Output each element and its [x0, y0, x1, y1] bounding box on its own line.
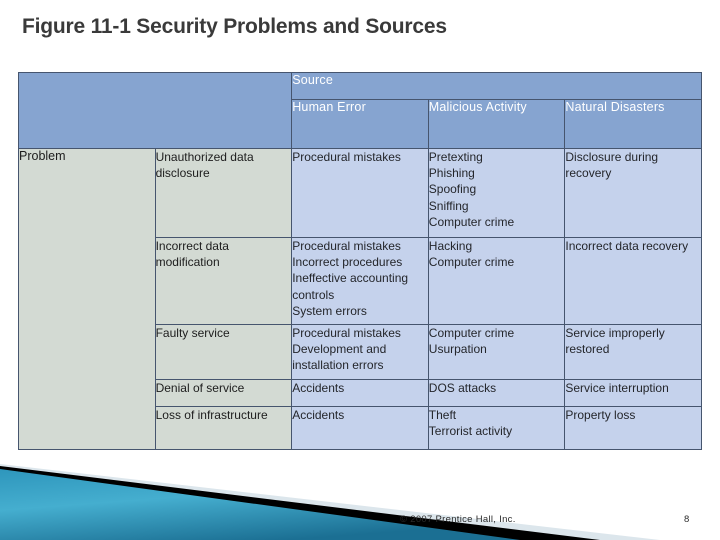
row-axis-label-problem: Problem [18, 148, 156, 450]
page-title: Figure 11-1 Security Problems and Source… [22, 15, 447, 38]
cell-line: Service improperly restored [565, 326, 665, 357]
cell-line: Pretexting [428, 150, 483, 164]
cell-line: Accidents [292, 408, 345, 422]
cell-line: DOS attacks [428, 381, 497, 395]
problem-name: Loss of infrastructure [154, 406, 293, 450]
footer-copyright: © 2007 Prentice Hall, Inc. [400, 514, 516, 525]
cell-line: Computer crime [428, 214, 515, 229]
cell-human-error: Procedural mistakes Incorrect procedures I… [291, 237, 429, 325]
cell-line: Computer crime [428, 255, 515, 270]
swoosh-black-stripe [0, 466, 600, 540]
cell-natural-disasters: Service improperly restored [564, 324, 702, 380]
table-row: Problem Unauthorized data disclosure Pro… [18, 148, 702, 450]
cell-malicious-activity: Theft Terrorist activity [427, 406, 566, 450]
cell-natural-disasters: Incorrect data recovery [564, 237, 702, 325]
cell-human-error: Procedural mistakes [291, 148, 429, 238]
cell-line: Procedural mistakes [292, 326, 401, 340]
security-problems-table: Source Human Error Malicious Activity Na… [17, 72, 702, 450]
swoosh-teal-wedge [0, 469, 520, 540]
swoosh-pale-wedge [0, 464, 660, 540]
cell-line: Procedural mistakes [292, 239, 401, 253]
header-natural-disasters: Natural Disasters [564, 99, 702, 149]
cell-line: Service interruption [565, 381, 669, 395]
cell-human-error: Accidents [291, 379, 429, 407]
cell-natural-disasters: Disclosure during recovery [564, 148, 702, 238]
cell-line: Development and installation errors [292, 342, 387, 373]
cell-malicious-activity: Pretexting Phishing Spoofing Sniffing Comput… [427, 148, 566, 238]
cell-line: Sniffing [428, 198, 469, 213]
cell-line: Terrorist activity [428, 424, 513, 439]
cell-line: Disclosure during recovery [565, 150, 659, 181]
cell-malicious-activity: DOS attacks [427, 379, 566, 407]
footer-page-number: 8 [684, 514, 690, 525]
cell-malicious-activity: Computer crime Usurpation [427, 324, 566, 380]
header-source: Source [291, 72, 702, 100]
cell-line: Spoofing [428, 182, 477, 197]
cell-line: Accidents [292, 381, 345, 395]
cell-human-error: Procedural mistakes Development and insta… [291, 324, 429, 380]
cell-line: System errors [292, 303, 367, 318]
table-corner-cell [17, 72, 293, 149]
problem-name: Unauthorized data disclosure [154, 148, 293, 238]
header-human-error: Human Error [291, 99, 429, 149]
cell-line: Theft [428, 408, 457, 422]
problem-name: Incorrect data modification [154, 237, 293, 325]
cell-human-error: Accidents [291, 406, 429, 450]
table-header-row-source: Source [17, 72, 702, 149]
cell-line: Ineffective accounting controls [292, 271, 409, 302]
problem-name: Denial of service [154, 379, 293, 407]
cell-line: Usurpation [428, 342, 487, 357]
header-malicious-activity: Malicious Activity [427, 99, 566, 149]
cell-line: Incorrect procedures [292, 255, 403, 270]
cell-line: Procedural mistakes [292, 150, 401, 164]
cell-natural-disasters: Service interruption [564, 379, 702, 407]
cell-natural-disasters: Property loss [564, 406, 702, 450]
cell-line: Hacking [428, 239, 473, 253]
problem-name: Faulty service [154, 324, 293, 380]
cell-malicious-activity: Hacking Computer crime [427, 237, 566, 325]
cell-line: Computer crime [428, 326, 515, 340]
cell-line: Incorrect data recovery [565, 239, 689, 253]
cell-line: Property loss [565, 408, 636, 422]
cell-line: Phishing [428, 166, 475, 181]
decorative-corner-swoosh [0, 464, 660, 540]
